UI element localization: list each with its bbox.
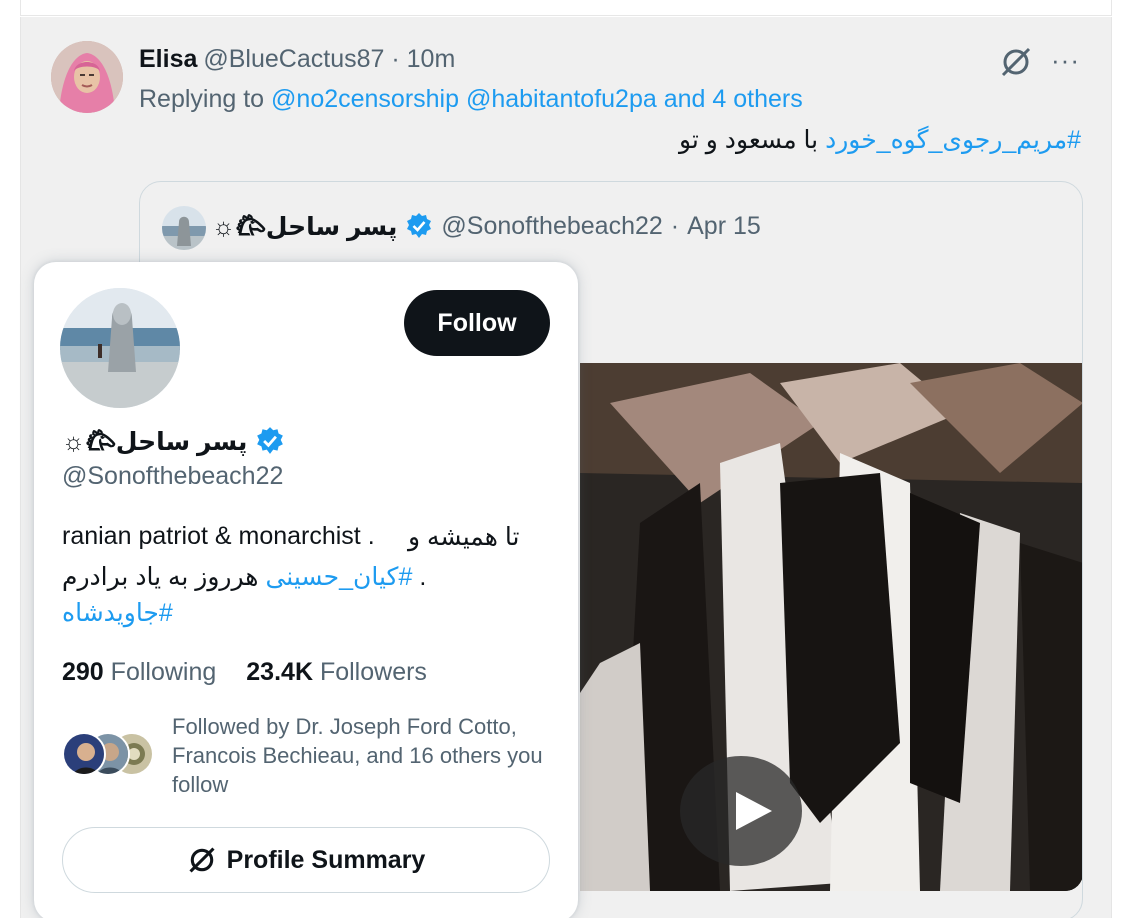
meta-separator: · xyxy=(391,45,400,73)
profile-summary-button[interactable]: Profile Summary xyxy=(62,827,550,893)
hashtag-link[interactable]: #مریم_رجوی_گوه_خورد xyxy=(825,126,1081,154)
following-label: Following xyxy=(110,658,217,686)
followed-by-avatars[interactable] xyxy=(62,732,154,780)
following-count: 290 xyxy=(62,658,104,686)
grok-icon xyxy=(189,847,215,873)
followers-label: Followers xyxy=(319,658,427,686)
grok-icon[interactable] xyxy=(999,45,1033,79)
replying-prefix: Replying to xyxy=(139,85,265,113)
bio-dot: . xyxy=(419,563,427,591)
following-link[interactable]: 290 Following xyxy=(62,658,216,686)
bio-english: ranian patriot & monarchist . xyxy=(62,522,375,550)
verified-badge-icon xyxy=(257,427,284,454)
bio-hashtag-kian[interactable]: #کیان_حسینی xyxy=(265,563,412,591)
bio-persian: تا همیشه و xyxy=(408,523,520,551)
author-name[interactable]: Elisa xyxy=(139,45,197,73)
quoted-header: ☼𐂃پسر ساحل @Sonofthebeach22 · Apr 15 xyxy=(212,209,761,243)
bio-line-3: #جاویدشاه xyxy=(62,598,173,628)
author-avatar[interactable] xyxy=(51,41,123,113)
bio-line-2: . #کیان_حسینی هرروز به یاد برادرم xyxy=(62,562,426,592)
followers-link[interactable]: 23.4K Followers xyxy=(246,658,427,686)
tweet-body: با مسعود و تو xyxy=(678,126,819,154)
profile-handle[interactable]: @Sonofthebeach22 xyxy=(62,462,283,491)
quoted-date[interactable]: Apr 15 xyxy=(687,212,761,241)
previous-post-edge xyxy=(20,0,1112,16)
quoted-avatar[interactable] xyxy=(162,206,206,250)
quoted-name[interactable]: ☼𐂃پسر ساحل xyxy=(212,209,397,243)
quoted-separator: · xyxy=(670,211,680,240)
verified-badge-icon xyxy=(407,213,432,238)
reply-handles-link[interactable]: @no2censorship @habitantofu2pa and 4 oth… xyxy=(271,85,803,113)
followed-by-text[interactable]: Followed by Dr. Joseph Ford Cotto, Franc… xyxy=(172,712,562,799)
tweet-text: #مریم_رجوی_گوه_خورد با مسعود و تو xyxy=(679,125,1081,155)
bio-line-1: ranian patriot & monarchist . تا همیشه و xyxy=(62,522,532,551)
quoted-handle[interactable]: @Sonofthebeach22 xyxy=(441,212,662,241)
profile-hover-card[interactable]: Follow ☼𐂃پسر ساحل @Sonofthebeach22 rania… xyxy=(34,262,578,918)
followers-count: 23.4K xyxy=(246,658,313,686)
bio-text-2: هرروز به یاد برادرم xyxy=(62,563,259,591)
author-handle[interactable]: @BlueCactus87 xyxy=(203,45,384,73)
profile-summary-label: Profile Summary xyxy=(226,845,426,874)
replying-to: Replying to @no2censorship @habitantofu2… xyxy=(139,85,803,114)
profile-name-row: ☼𐂃پسر ساحل xyxy=(62,424,285,458)
play-button[interactable] xyxy=(680,756,802,866)
more-options-icon[interactable]: ··· xyxy=(1051,45,1080,76)
follow-stats: 290 Following 23.4K Followers xyxy=(62,658,427,687)
bio-hashtag-javidshah[interactable]: #جاویدشاه xyxy=(62,599,173,627)
video-thumbnail[interactable] xyxy=(580,363,1082,891)
author-line: Elisa @BlueCactus87 · 10m xyxy=(139,45,455,74)
follow-button[interactable]: Follow xyxy=(404,290,550,356)
profile-name[interactable]: ☼𐂃پسر ساحل xyxy=(62,424,247,458)
post-time[interactable]: 10m xyxy=(407,45,456,73)
follower-avatar xyxy=(62,732,106,776)
profile-avatar[interactable] xyxy=(60,288,180,408)
